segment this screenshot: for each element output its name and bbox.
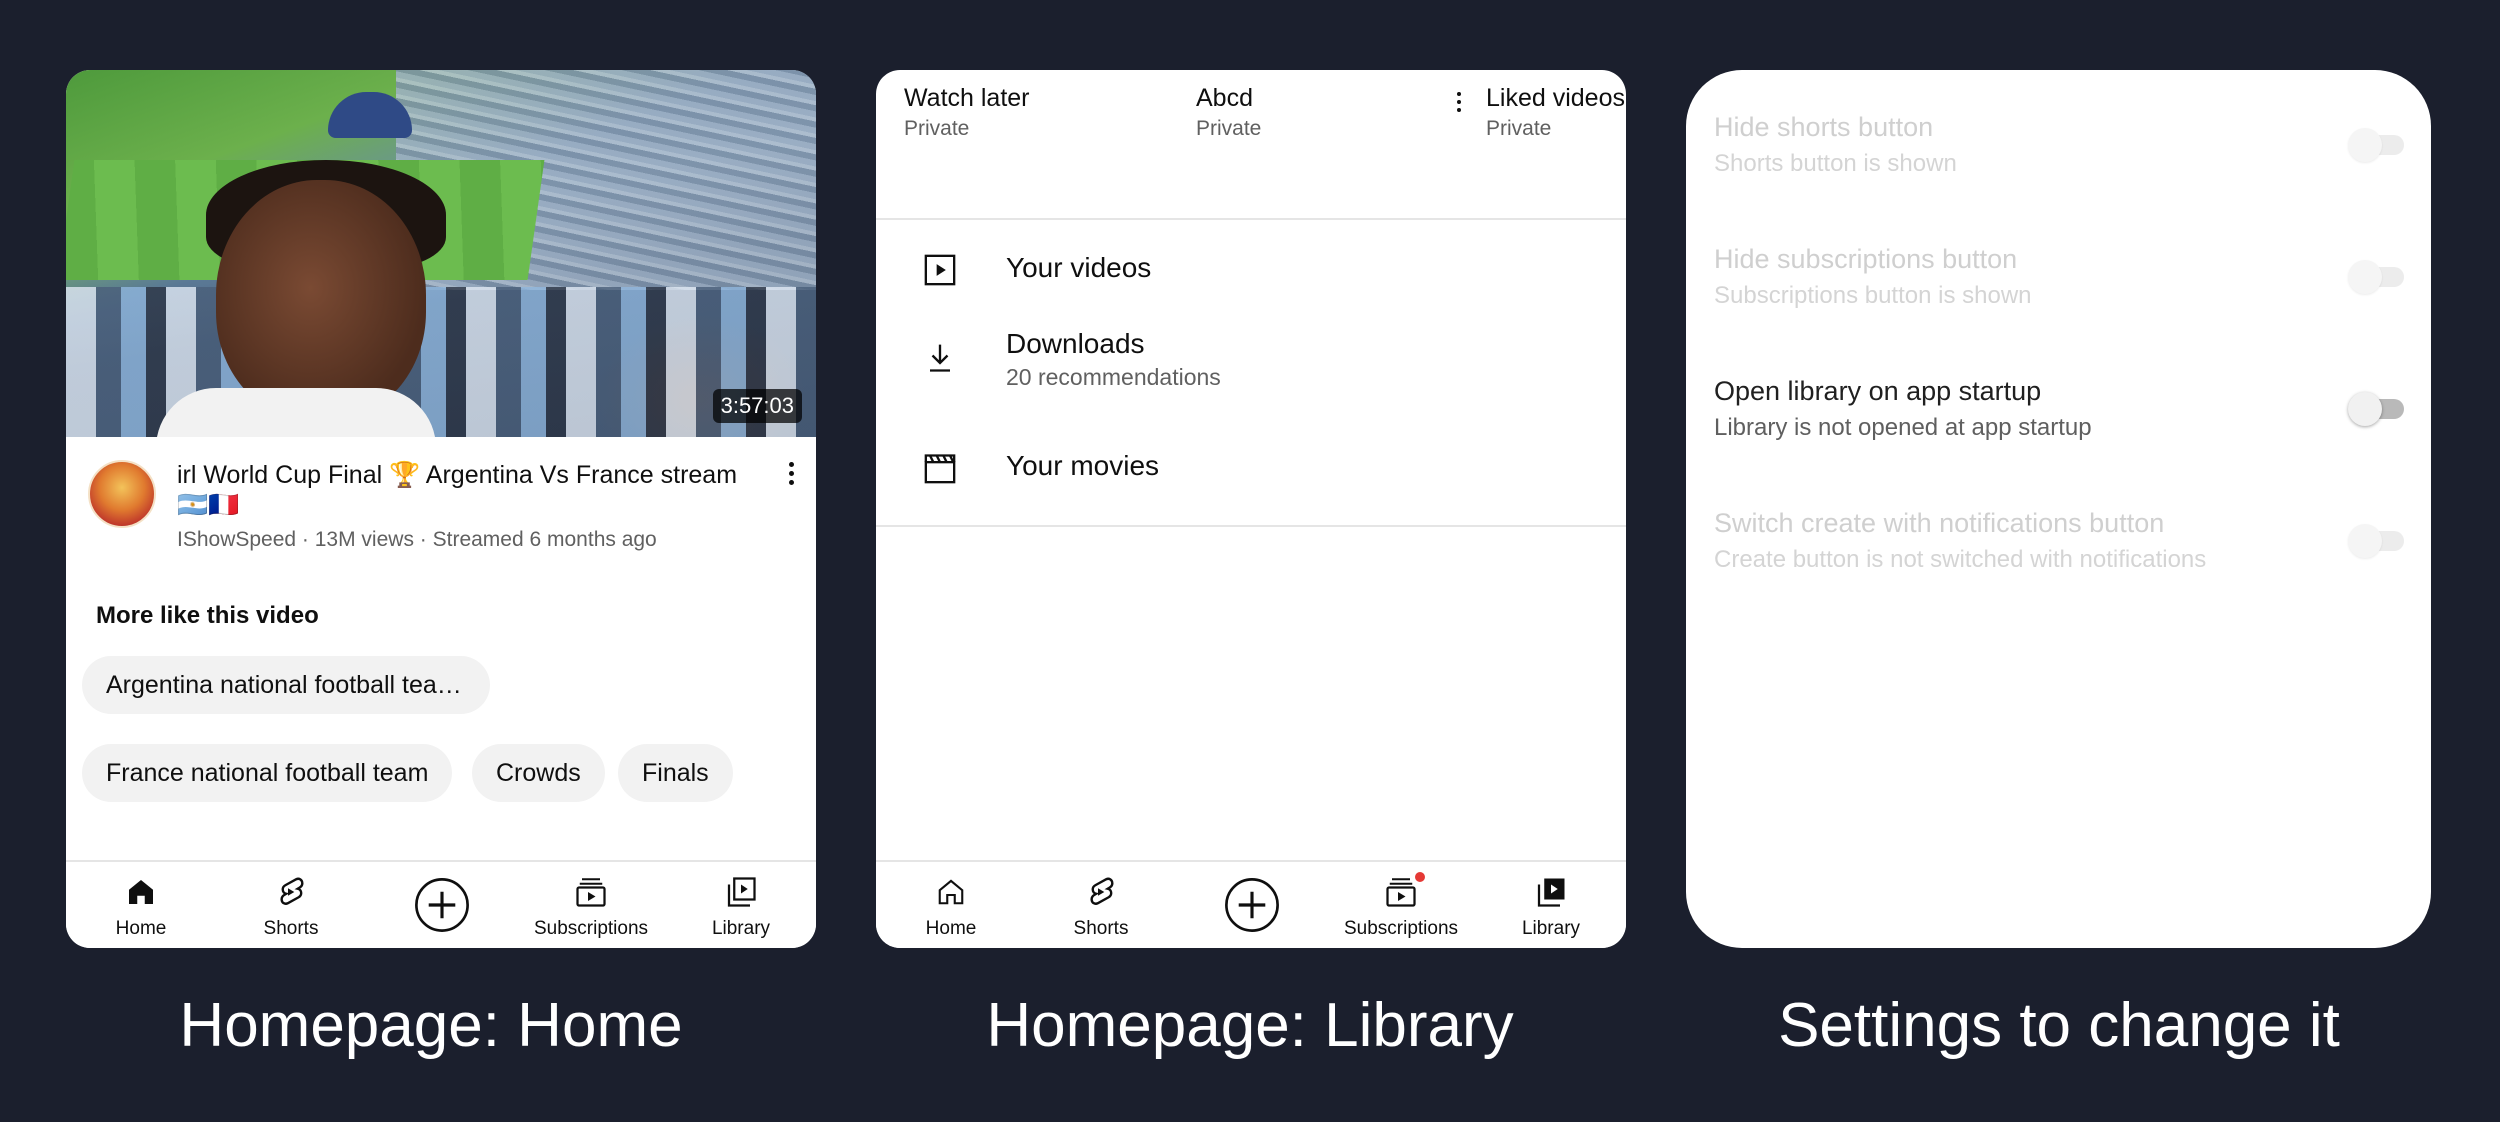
- download-icon: [930, 344, 950, 372]
- video-title-text: irl World Cup Final 🏆 Argentina Vs Franc…: [177, 461, 738, 489]
- playlist-privacy: Private: [1196, 117, 1262, 140]
- topic-chip[interactable]: France national football team: [82, 744, 453, 802]
- bottom-navigation: Home Shorts Subscriptions Library: [876, 860, 1626, 948]
- setting-title: Open library on app startup: [1714, 376, 2042, 406]
- caption-home: Homepage: Home: [179, 991, 683, 1060]
- home-outline-icon: [938, 879, 964, 905]
- duration-badge: 3:57:03: [712, 389, 802, 423]
- setting-hide-subscriptions: Hide subscriptions button Subscriptions …: [1714, 244, 2404, 354]
- setting-title: Switch create with notifications button: [1714, 508, 2165, 538]
- setting-open-library-on-startup[interactable]: Open library on app startup Library is n…: [1714, 376, 2404, 486]
- video-thumbnail[interactable]: 3:57:03: [66, 70, 816, 437]
- home-icon: [129, 880, 153, 904]
- clapperboard-icon: [924, 454, 956, 484]
- library-row-downloads[interactable]: Downloads 20 recommendations: [876, 318, 1626, 398]
- nav-label: Shorts: [1073, 918, 1129, 939]
- nav-label: Library: [711, 918, 771, 939]
- library-screen: Watch later Private Abcd Private Liked v…: [876, 70, 1626, 948]
- setting-title: Hide shorts button: [1714, 112, 1934, 142]
- nav-home[interactable]: Home: [66, 862, 216, 948]
- library-row-your-videos[interactable]: Your videos: [876, 230, 1626, 310]
- nav-shorts[interactable]: Shorts: [216, 862, 366, 948]
- video-title[interactable]: irl World Cup Final 🏆 Argentina Vs Franc…: [177, 460, 757, 520]
- setting-subtitle: Subscriptions button is shown: [1714, 282, 2032, 309]
- nav-create[interactable]: [1176, 862, 1326, 948]
- setting-title: Hide subscriptions button: [1714, 244, 2018, 274]
- nav-shorts[interactable]: Shorts: [1026, 862, 1176, 948]
- caption-library: Homepage: Library: [986, 991, 1514, 1060]
- caption-settings: Settings to change it: [1778, 991, 2340, 1060]
- playlist-privacy: Private: [904, 117, 970, 140]
- bottom-navigation: Home Shorts Subscriptions Library: [66, 860, 816, 948]
- more-like-heading: More like this video: [96, 602, 319, 629]
- library-row-label: Downloads: [1006, 328, 1145, 359]
- nav-subscriptions[interactable]: Subscriptions: [1326, 862, 1476, 948]
- playlist-title: Abcd: [1196, 84, 1253, 112]
- settings-screen: Hide shorts button Shorts button is show…: [1686, 70, 2431, 948]
- nav-create[interactable]: [366, 862, 516, 948]
- setting-hide-shorts: Hide shorts button Shorts button is show…: [1714, 112, 2404, 222]
- create-icon: [1225, 878, 1279, 932]
- setting-toggle: [2348, 524, 2404, 558]
- play-square-icon: [924, 254, 956, 286]
- library-filled-icon: [1537, 878, 1565, 907]
- playlist-title: Liked videos: [1486, 84, 1625, 112]
- playlist-liked-videos[interactable]: Liked videos Private: [1486, 84, 1625, 141]
- video-meta: IShowSpeed · 13M views · Streamed 6 mont…: [177, 528, 657, 551]
- playlist-privacy: Private: [1486, 117, 1552, 140]
- nav-label: Library: [1521, 918, 1581, 939]
- nav-library[interactable]: Library: [666, 862, 816, 948]
- shorts-icon: [1090, 877, 1114, 905]
- playlist-title: Watch later: [904, 84, 1030, 112]
- setting-toggle: [2348, 260, 2404, 294]
- home-screen: 3:57:03 irl World Cup Final 🏆 Argentina …: [66, 70, 816, 948]
- setting-switch-create-notifications: Switch create with notifications button …: [1714, 508, 2404, 618]
- nav-label: Home: [115, 918, 167, 939]
- create-icon: [415, 878, 469, 932]
- channel-avatar[interactable]: [88, 460, 156, 528]
- thumbnail-shirt: [156, 388, 436, 437]
- video-title-flags: 🇦🇷🇫🇷: [177, 491, 240, 519]
- more-options-icon[interactable]: [784, 462, 798, 492]
- nav-home[interactable]: Home: [876, 862, 1026, 948]
- setting-subtitle: Create button is not switched with notif…: [1714, 546, 2207, 573]
- setting-subtitle: Library is not opened at app startup: [1714, 414, 2092, 441]
- setting-toggle: [2348, 128, 2404, 162]
- notification-dot: [1413, 870, 1427, 884]
- library-icon: [727, 877, 756, 907]
- topic-chip[interactable]: Finals: [618, 744, 733, 802]
- topic-chip[interactable]: Argentina national football tea…: [82, 656, 490, 714]
- nav-label: Subscriptions: [533, 918, 649, 939]
- playlist-abcd[interactable]: Abcd Private: [1196, 84, 1261, 141]
- topic-chip[interactable]: Crowds: [472, 744, 605, 802]
- nav-library[interactable]: Library: [1476, 862, 1626, 948]
- more-options-icon[interactable]: [1453, 92, 1465, 118]
- library-row-label: Your movies: [1006, 450, 1160, 481]
- library-row-your-movies[interactable]: Your movies: [876, 428, 1626, 508]
- library-row-label: Your videos: [1006, 252, 1152, 283]
- nav-label: Subscriptions: [1343, 918, 1459, 939]
- shorts-icon: [280, 877, 304, 905]
- setting-toggle[interactable]: [2348, 392, 2404, 426]
- setting-subtitle: Shorts button is shown: [1714, 150, 1957, 177]
- divider: [876, 218, 1626, 220]
- subscriptions-icon: [576, 878, 606, 907]
- thumbnail-face: [216, 180, 426, 420]
- nav-label: Shorts: [263, 918, 319, 939]
- playlist-watch-later[interactable]: Watch later Private: [904, 84, 1030, 141]
- library-row-sublabel: 20 recommendations: [1006, 364, 1221, 390]
- nav-label: Home: [925, 918, 977, 939]
- nav-subscriptions[interactable]: Subscriptions: [516, 862, 666, 948]
- divider: [876, 525, 1626, 527]
